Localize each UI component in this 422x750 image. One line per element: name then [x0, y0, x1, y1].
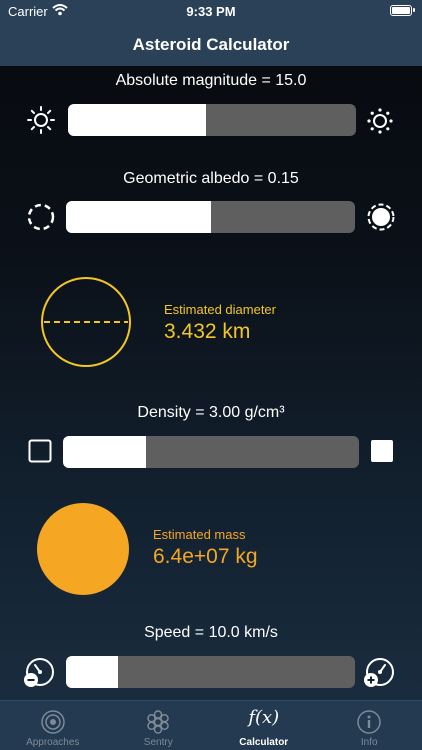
mass-value: 6.4e+07 kg — [153, 545, 258, 568]
status-bar: Carrier 9:33 PM — [0, 0, 422, 24]
speed-label: Speed = 10.0 km/s — [144, 624, 278, 641]
diameter-label: Estimated diameter — [164, 302, 276, 317]
diameter-circle-icon — [40, 276, 132, 373]
speed-slider-fill — [66, 656, 119, 688]
density-slider-fill — [63, 436, 146, 468]
mass-sphere-icon — [36, 502, 130, 601]
page-title: Asteroid Calculator — [132, 35, 290, 54]
albedo-label: Geometric albedo = 0.15 — [123, 170, 299, 187]
tab-approaches-label: Approaches — [26, 737, 80, 748]
sentry-icon — [145, 709, 171, 740]
albedo-slider[interactable] — [66, 201, 355, 233]
magnitude-slider[interactable] — [68, 104, 356, 136]
empty-square-icon[interactable] — [28, 439, 52, 468]
density-label: Density = 3.00 g/cm³ — [137, 404, 285, 421]
albedo-slider-fill — [66, 201, 211, 233]
tab-info[interactable]: Info — [317, 701, 422, 750]
dark-circle-icon[interactable] — [26, 202, 56, 237]
sun-bright-icon[interactable] — [366, 107, 394, 140]
speed-decrease-icon[interactable] — [22, 656, 58, 695]
tab-sentry-label: Sentry — [143, 737, 173, 748]
tab-bar: Approaches Sentry f(x) Calculator Info — [0, 700, 422, 750]
navigation-bar: Asteroid Calculator — [0, 24, 422, 66]
battery-icon — [390, 5, 415, 16]
bright-circle-icon[interactable] — [366, 202, 396, 237]
mass-label: Estimated mass — [153, 527, 246, 542]
speed-increase-icon[interactable] — [362, 656, 398, 695]
status-time: 9:33 PM — [186, 4, 236, 19]
fx-icon: f(x) — [248, 707, 280, 728]
tab-sentry[interactable]: Sentry — [106, 701, 212, 750]
tab-calculator-label: Calculator — [239, 737, 289, 748]
magnitude-slider-fill — [68, 104, 207, 136]
diameter-value: 3.432 km — [164, 320, 251, 343]
approaches-icon — [40, 709, 66, 740]
sun-dim-icon[interactable] — [26, 105, 56, 140]
density-slider[interactable] — [63, 436, 359, 468]
tab-calculator[interactable]: f(x) Calculator — [211, 701, 317, 750]
filled-square-icon[interactable] — [370, 439, 394, 468]
speed-slider[interactable] — [66, 656, 355, 688]
info-icon — [356, 709, 382, 740]
magnitude-label: Absolute magnitude = 15.0 — [115, 72, 307, 89]
tab-approaches[interactable]: Approaches — [0, 701, 106, 750]
tab-info-label: Info — [360, 737, 378, 748]
